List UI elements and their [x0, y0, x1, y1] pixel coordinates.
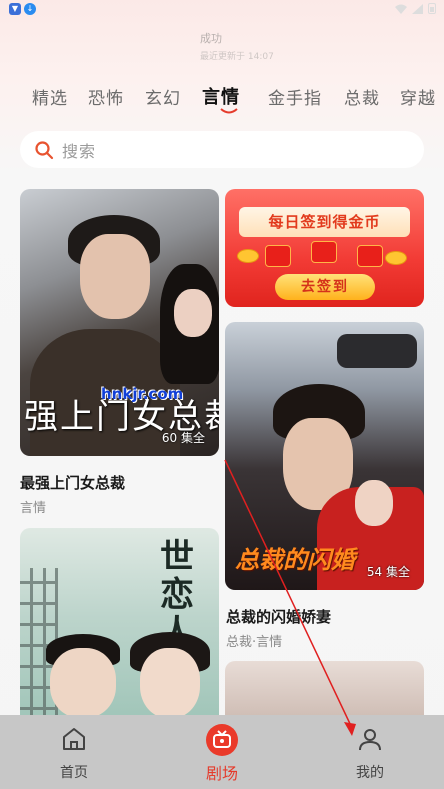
drama-poster-1[interactable]: 强上门女总裁 60 集全: [20, 189, 219, 456]
search-icon: [35, 140, 54, 159]
poster-figure: [80, 234, 150, 319]
episode-count: 54 集全: [366, 565, 410, 579]
poster-figure: [355, 480, 393, 526]
status-bar: ▼ ↓: [0, 0, 444, 18]
nav-home-label: 首页: [60, 765, 88, 781]
tab-horror[interactable]: 恐怖: [88, 84, 124, 109]
tab-fantasy[interactable]: 玄幻: [145, 84, 181, 109]
toast-title: 成功: [200, 32, 222, 45]
user-icon: [359, 729, 381, 751]
nav-home[interactable]: 首页: [24, 715, 124, 789]
nav-mine-label: 我的: [356, 765, 384, 781]
coin-icon: [237, 249, 259, 263]
poster-figure: [174, 289, 212, 337]
status-right: [395, 3, 436, 14]
drama-genre-2: 总裁·言情: [226, 635, 283, 650]
episode-count: 60 集全: [161, 431, 205, 445]
red-envelope-icon: [311, 241, 337, 263]
watermark: hnkjr.com: [101, 385, 184, 403]
poster-title: 总裁的闪婚: [235, 545, 355, 574]
tab-ceo[interactable]: 总裁: [344, 84, 380, 109]
tab-romance[interactable]: 言情: [202, 83, 240, 109]
checkin-banner[interactable]: 每日签到得金币 去签到: [225, 189, 424, 307]
drama-genre-1: 言情: [20, 501, 47, 516]
red-envelope-icon: [357, 245, 383, 267]
home-icon: [63, 728, 85, 750]
nav-mine[interactable]: 我的: [320, 715, 420, 789]
wifi-icon: [395, 4, 407, 14]
bottom-nav: 首页 剧场 我的: [0, 715, 444, 789]
red-envelope-icon: [265, 245, 291, 267]
tab-time-travel[interactable]: 穿越: [400, 84, 436, 109]
coin-icon: [385, 251, 407, 265]
battery-icon: [428, 3, 436, 14]
toast-subtitle: 最近更新于 14:07: [200, 52, 274, 62]
tab-jingxuan[interactable]: 精选: [32, 84, 68, 109]
active-tab-indicator: [220, 108, 238, 114]
signal-icon: [412, 3, 423, 14]
poster-figure: [50, 648, 116, 718]
app-store-icon: ▼: [9, 3, 21, 15]
category-tabs: 精选 恐怖 玄幻 言情 金手指 总裁 穿越: [0, 80, 444, 116]
drama-poster-3[interactable]: 世恋人: [20, 528, 219, 728]
checkin-button[interactable]: 去签到: [275, 274, 375, 300]
poster-figure: [140, 648, 200, 718]
nav-theater[interactable]: 剧场: [172, 715, 272, 789]
theater-icon: [206, 724, 238, 756]
drama-title-1[interactable]: 最强上门女总裁: [20, 472, 125, 493]
banner-headline: 每日签到得金币: [239, 207, 410, 237]
drama-title-2[interactable]: 总裁的闪婚娇妻: [226, 606, 331, 627]
poster-figure: [337, 334, 417, 368]
tab-golden-finger[interactable]: 金手指: [268, 84, 322, 109]
search-input[interactable]: 搜索: [20, 131, 424, 168]
drama-poster-2[interactable]: 总裁的闪婚 54 集全: [225, 322, 424, 590]
nav-theater-label: 剧场: [205, 764, 238, 783]
search-placeholder: 搜索: [62, 141, 97, 161]
download-icon: ↓: [24, 3, 36, 15]
status-left: ▼ ↓: [4, 3, 36, 15]
